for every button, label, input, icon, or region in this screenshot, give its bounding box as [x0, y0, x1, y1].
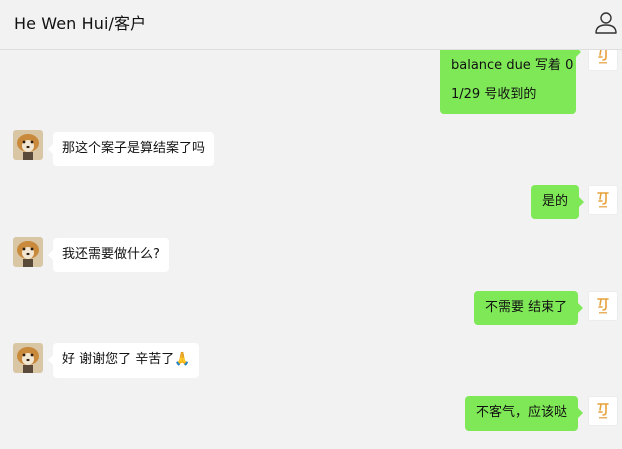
incoming-message[interactable]: 我还需要做什么?	[48, 238, 169, 272]
message-list[interactable]: balance due 写着 0 1/29 号收到的 那这个案子是算结案了吗 是…	[0, 0, 622, 449]
my-avatar[interactable]	[588, 185, 618, 215]
message-text: 是的	[542, 194, 569, 209]
logo-icon	[589, 397, 617, 425]
message-line: balance due 写着 0	[451, 58, 574, 73]
message-text: 我还需要做什么?	[62, 247, 160, 262]
dog-avatar-icon	[13, 343, 43, 373]
logo-icon	[589, 292, 617, 320]
person-icon	[595, 12, 617, 34]
outgoing-message[interactable]: 不客气，应该哒	[465, 396, 584, 431]
outgoing-message[interactable]: 是的	[531, 185, 585, 219]
contact-avatar[interactable]	[13, 343, 43, 373]
chat-window: balance due 写着 0 1/29 号收到的 那这个案子是算结案了吗 是…	[0, 0, 622, 449]
dog-avatar-icon	[13, 237, 43, 267]
dog-avatar-icon	[13, 130, 43, 160]
logo-icon	[589, 186, 617, 214]
contact-info-button[interactable]	[594, 9, 622, 37]
message-text: 不需要 结束了	[485, 300, 568, 315]
chat-header: He Wen Hui/客户	[0, 0, 622, 50]
my-avatar[interactable]	[588, 396, 618, 426]
incoming-message[interactable]: 那这个案子是算结案了吗	[47, 132, 215, 166]
my-avatar[interactable]	[588, 291, 618, 321]
message-text: 不客气，应该哒	[476, 405, 568, 420]
chat-title: He Wen Hui/客户	[14, 14, 147, 33]
message-text: 那这个案子是算结案了吗	[62, 141, 206, 156]
message-text: 好 谢谢您了 辛苦了🙏	[62, 352, 191, 367]
outgoing-message[interactable]: 不需要 结束了	[474, 291, 584, 325]
contact-avatar[interactable]	[13, 237, 43, 267]
message-line: 1/29 号收到的	[451, 87, 537, 102]
contact-avatar[interactable]	[13, 130, 43, 160]
incoming-message[interactable]: 好 谢谢您了 辛苦了🙏	[47, 343, 200, 378]
